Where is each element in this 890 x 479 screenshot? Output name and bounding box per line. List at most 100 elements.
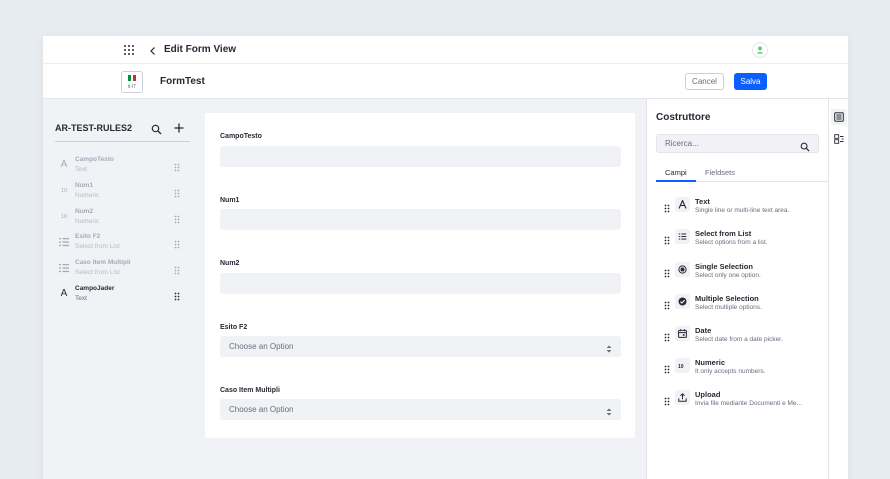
field-type-desc: Select multiple options.	[695, 304, 762, 311]
field-label: Num2	[220, 260, 240, 267]
upload-icon	[675, 390, 690, 405]
sidebar-rail	[828, 99, 848, 479]
app-frame: Edit Form View it-IT FormTest Cancel Sal…	[43, 36, 848, 479]
text-icon: A	[60, 288, 68, 299]
search-icon[interactable]	[800, 139, 810, 152]
italy-flag-icon	[128, 75, 137, 81]
rules-rail-icon[interactable]	[831, 131, 847, 147]
sidebar-field-item[interactable]: Esito F2 Select from List	[55, 233, 185, 257]
back-chevron-icon[interactable]	[147, 44, 159, 56]
divider	[55, 141, 190, 142]
drag-handle-icon[interactable]	[174, 262, 180, 275]
drag-handle-icon[interactable]	[664, 200, 670, 213]
numeric-icon: 10	[675, 358, 690, 373]
locale-selector[interactable]: it-IT	[121, 71, 143, 93]
sidebar-field-item[interactable]: A CampoTesto Text	[55, 156, 185, 180]
field-type-desc: Select options from a list.	[695, 239, 768, 246]
numeric-glyph: 10	[678, 364, 684, 370]
field-name: Num2	[75, 208, 94, 215]
field-type-name: Select from List	[695, 229, 752, 238]
caret-double-icon	[606, 404, 612, 416]
sidebar-field-item[interactable]: 10 Num2 Numeric	[55, 208, 185, 232]
form-header-bar: it-IT FormTest Cancel Salva	[43, 64, 848, 99]
field-type-single-selection[interactable]: Single Selection Select only one option.	[647, 261, 829, 289]
cancel-button[interactable]: Cancel	[685, 73, 724, 90]
drag-handle-icon[interactable]	[664, 361, 670, 374]
select-input[interactable]: Choose an Option	[220, 399, 621, 420]
fields-sidebar: AR-TEST-RULES2 A CampoTesto Text 10 Num1…	[43, 99, 203, 479]
field-name: Caso Item Multipli	[75, 259, 131, 266]
builder-panel: Costruttore Ricerca... Campi Fieldsets T…	[646, 99, 829, 479]
field-label: Caso Item Multipli	[220, 387, 280, 394]
field-type-desc: Single line or multi-line text area.	[695, 207, 790, 214]
sidebar-field-item[interactable]: A CampoJader Text	[55, 285, 185, 309]
drag-handle-icon[interactable]	[174, 288, 180, 301]
field-type-numeric[interactable]: 10 Numeric It only accepts numbers.	[647, 357, 829, 385]
apps-grid-icon[interactable]	[124, 45, 134, 55]
sidebar-title: AR-TEST-RULES2	[55, 123, 133, 133]
field-type-multiple-selection[interactable]: Multiple Selection Select multiple optio…	[647, 293, 829, 321]
drag-handle-icon[interactable]	[174, 236, 180, 249]
field-label: CampoTesto	[220, 133, 262, 140]
select-input[interactable]: Choose an Option	[220, 336, 621, 357]
checkbox-icon	[675, 294, 690, 309]
field-type-name: Numeric	[695, 358, 726, 367]
field-type-text[interactable]: Text Single line or multi-line text area…	[647, 196, 829, 224]
field-type-date[interactable]: Date Select date from a date picker.	[647, 325, 829, 353]
text-input[interactable]	[220, 209, 621, 230]
form-name: FormTest	[160, 76, 205, 87]
radio-icon	[675, 262, 690, 277]
list-icon	[58, 262, 70, 274]
drag-handle-icon[interactable]	[664, 297, 670, 310]
search-icon[interactable]	[151, 122, 162, 135]
builder-tabs: Campi Fieldsets	[656, 165, 829, 182]
field-type-name: Multiple Selection	[695, 294, 759, 303]
field-type: Text	[75, 295, 87, 302]
calendar-icon	[675, 326, 690, 341]
builder-search-input[interactable]: Ricerca...	[656, 134, 819, 153]
field-type: Select from List	[75, 269, 120, 276]
text-input[interactable]	[220, 146, 621, 167]
add-icon[interactable]	[173, 121, 185, 133]
drag-handle-icon[interactable]	[664, 329, 670, 342]
field-type-desc: It only accepts numbers.	[695, 368, 766, 375]
tab-fieldsets[interactable]: Fieldsets	[705, 168, 735, 177]
field-label: Esito F2	[220, 324, 248, 331]
text-input[interactable]	[220, 273, 621, 294]
field-type-upload[interactable]: Upload Invia file mediante Documenti e M…	[647, 389, 829, 417]
field-name: CampoJader	[75, 285, 115, 292]
user-avatar-icon[interactable]	[752, 42, 768, 58]
save-button[interactable]: Salva	[734, 73, 767, 90]
page-title: Edit Form View	[164, 44, 237, 55]
drag-handle-icon[interactable]	[664, 232, 670, 245]
builder-title: Costruttore	[656, 112, 711, 123]
drag-handle-icon[interactable]	[664, 265, 670, 278]
drag-handle-icon[interactable]	[174, 159, 180, 172]
field-type-desc: Invia file mediante Documenti e Me...	[695, 400, 802, 407]
top-bar: Edit Form View	[43, 36, 848, 64]
field-type-desc: Select date from a date picker.	[695, 336, 783, 343]
select-placeholder: Choose an Option	[229, 342, 294, 351]
text-icon	[675, 197, 690, 212]
drag-handle-icon[interactable]	[664, 393, 670, 406]
field-type-select-from-list[interactable]: Select from List Select options from a l…	[647, 228, 829, 256]
drag-handle-icon[interactable]	[174, 211, 180, 224]
list-icon	[675, 229, 690, 244]
numeric-icon: 10	[60, 188, 68, 194]
form-canvas: CampoTesto Num1 Num2 Esito F2 Choose an …	[205, 113, 635, 438]
sidebar-field-item[interactable]: 10 Num1 Numeric	[55, 182, 185, 206]
form-builder-rail-icon[interactable]	[831, 109, 847, 125]
field-type: Numeric	[75, 218, 100, 225]
search-placeholder: Ricerca...	[665, 139, 699, 148]
field-name: CampoTesto	[75, 156, 114, 163]
field-type-name: Date	[695, 326, 712, 335]
text-icon: A	[60, 159, 68, 170]
field-type: Select from List	[75, 243, 120, 250]
tab-campi[interactable]: Campi	[665, 168, 687, 177]
select-placeholder: Choose an Option	[229, 405, 294, 414]
field-type-desc: Select only one option.	[695, 272, 761, 279]
field-name: Num1	[75, 182, 94, 189]
sidebar-field-item[interactable]: Caso Item Multipli Select from List	[55, 259, 185, 283]
drag-handle-icon[interactable]	[174, 185, 180, 198]
locale-code: it-IT	[127, 84, 137, 90]
